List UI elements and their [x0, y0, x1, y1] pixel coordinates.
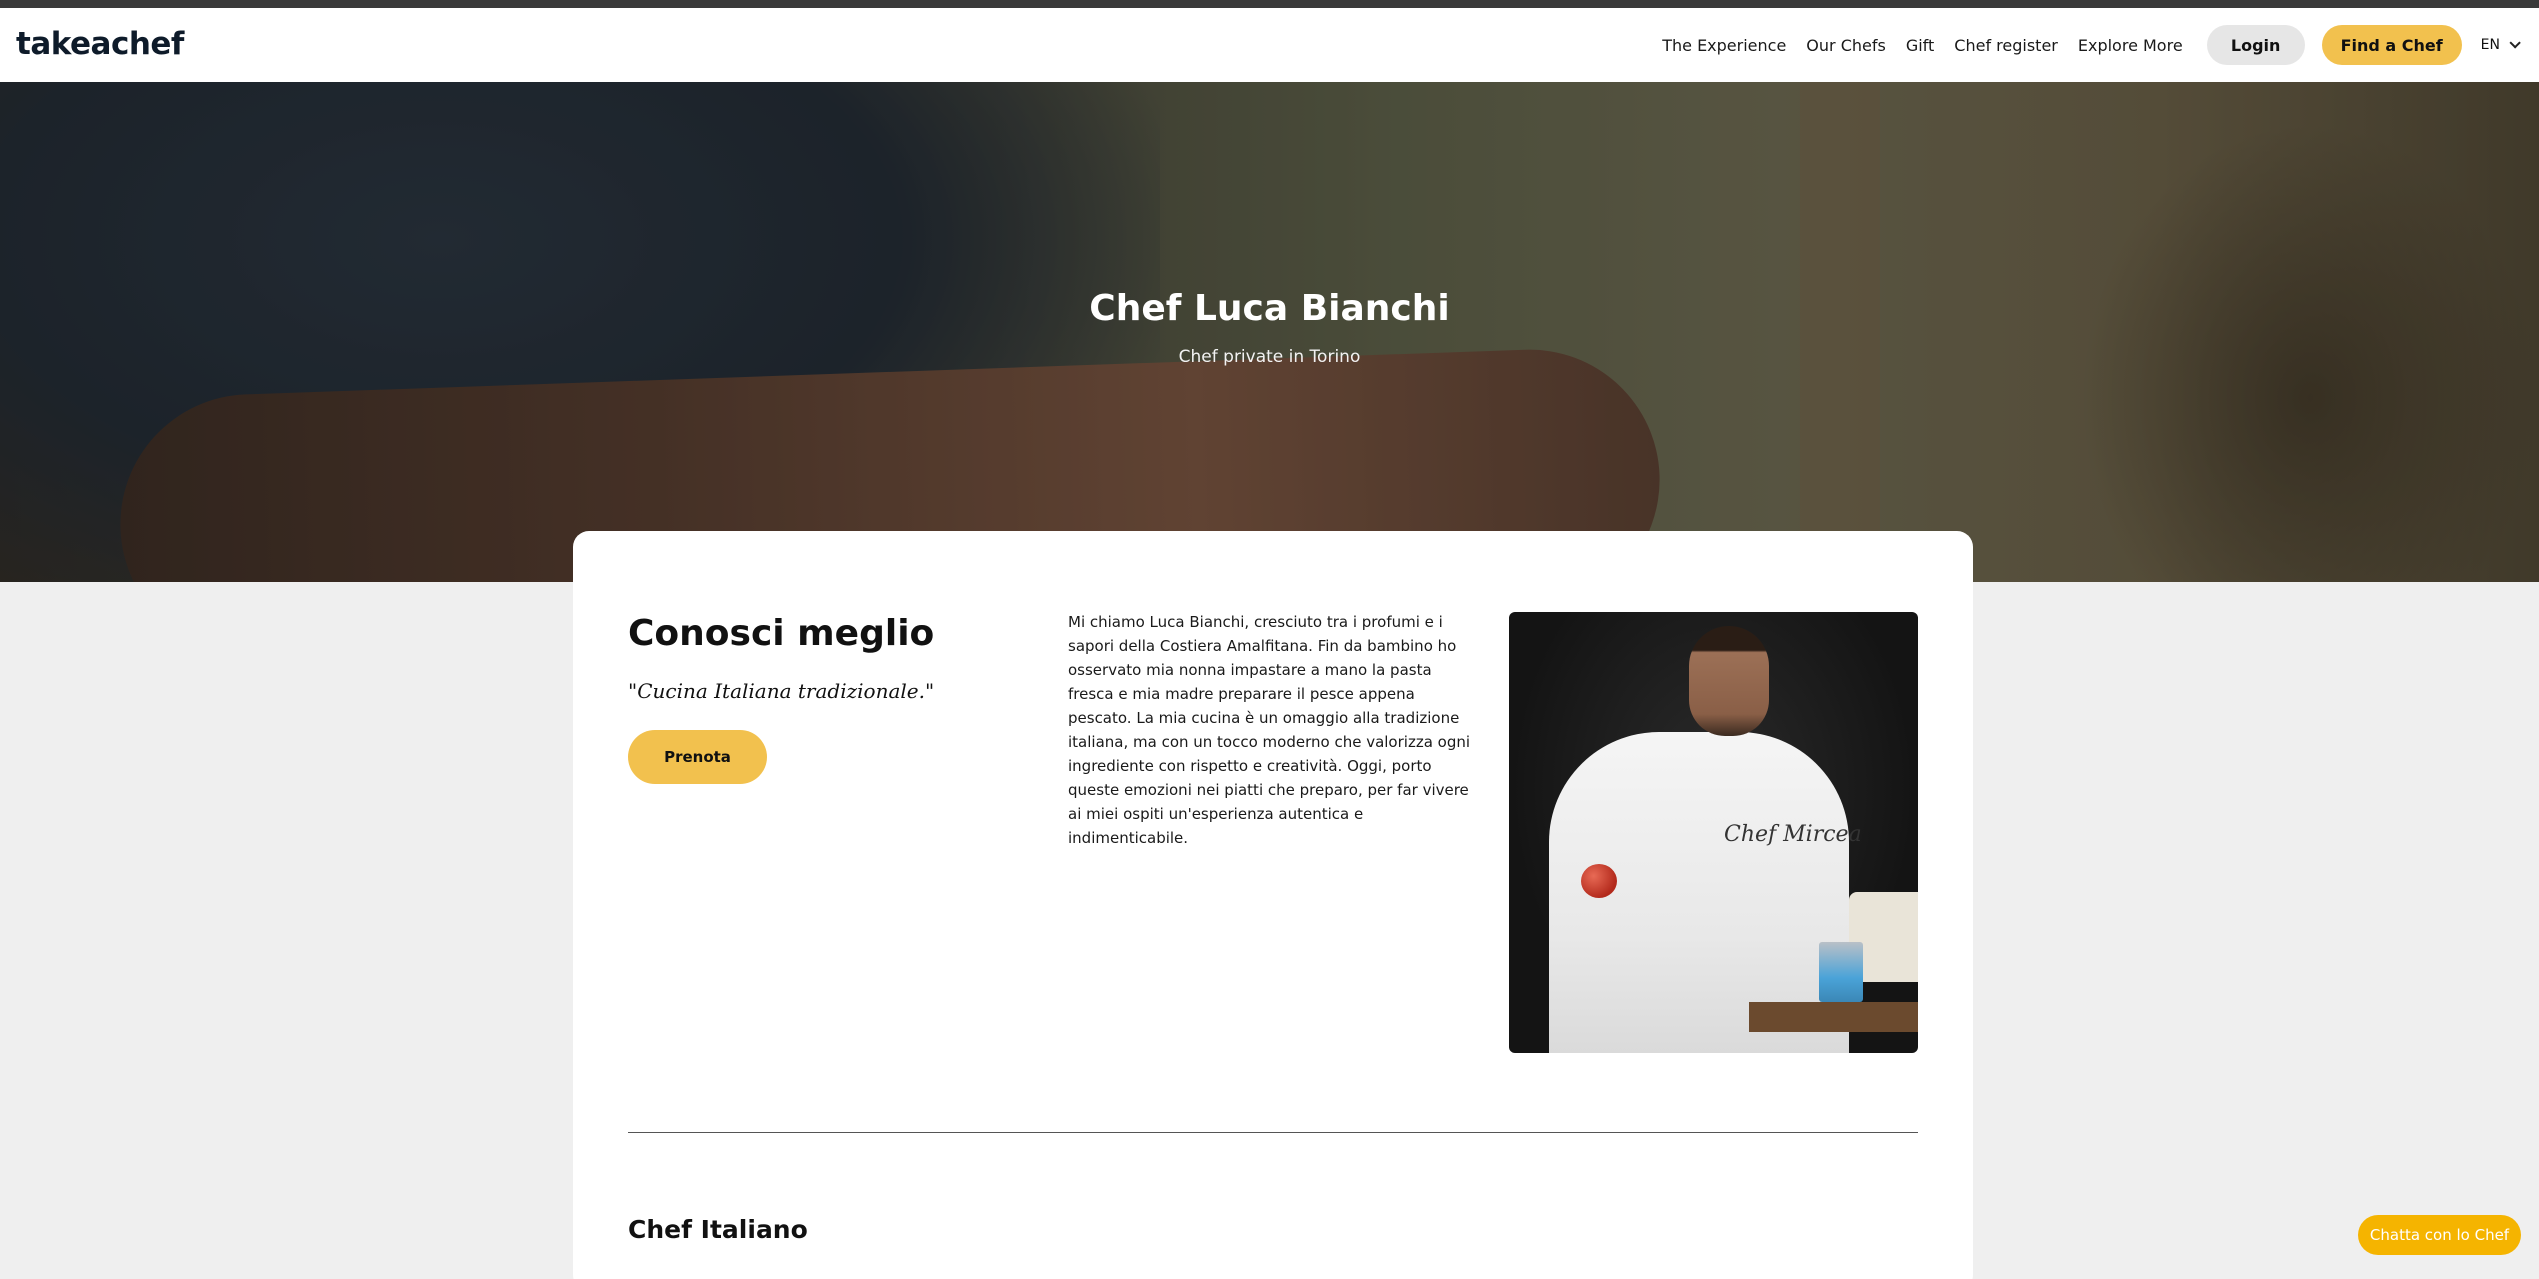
- hero-overlay: [0, 82, 2539, 582]
- nav-the-experience[interactable]: The Experience: [1662, 36, 1786, 55]
- nav-our-chefs[interactable]: Our Chefs: [1806, 36, 1886, 55]
- chef-bio: Mi chiamo Luca Bianchi, cresciuto tra i …: [1068, 613, 1471, 847]
- book-button[interactable]: Prenota: [628, 730, 767, 784]
- chat-with-chef-button[interactable]: Chatta con lo Chef: [2358, 1215, 2521, 1255]
- chef-name-title: Chef Luca Bianchi: [1089, 288, 1450, 329]
- profile-card: Conosci meglio "Cucina Italiana tradizio…: [573, 531, 1973, 1279]
- hero-banner: Chef Luca Bianchi Chef private in Torino: [0, 82, 2539, 582]
- about-title: Conosci meglio: [628, 613, 935, 654]
- about-quote: "Cucina Italiana tradizionale.": [628, 679, 935, 703]
- language-selector[interactable]: EN: [2480, 37, 2521, 53]
- section-title: Chef Italiano: [628, 1215, 808, 1244]
- navbar: takeachef The Experience Our Chefs Gift …: [0, 8, 2539, 82]
- portrait-apple: [1581, 864, 1617, 898]
- chevron-down-icon: [2509, 37, 2521, 49]
- section-divider: [628, 1132, 1918, 1133]
- nav-explore-more[interactable]: Explore More: [2078, 36, 2183, 55]
- portrait-coat-logo: Chef Mircea: [1724, 822, 1862, 847]
- nav-chef-register[interactable]: Chef register: [1954, 36, 2058, 55]
- language-label: EN: [2480, 37, 2500, 53]
- portrait-table: [1749, 1002, 1918, 1032]
- chef-portrait-image: Chef Mircea: [1509, 612, 1918, 1053]
- nav-links: The Experience Our Chefs Gift Chef regis…: [1662, 8, 2539, 82]
- nav-gift[interactable]: Gift: [1906, 36, 1934, 55]
- logo[interactable]: takeachef: [16, 26, 184, 62]
- top-strip: [0, 0, 2539, 8]
- find-a-chef-button[interactable]: Find a Chef: [2321, 25, 2462, 65]
- portrait-tin: [1819, 942, 1863, 1002]
- portrait-chef-head: [1689, 626, 1769, 736]
- chef-location-subtitle: Chef private in Torino: [1178, 347, 1361, 367]
- login-button[interactable]: Login: [2206, 25, 2305, 65]
